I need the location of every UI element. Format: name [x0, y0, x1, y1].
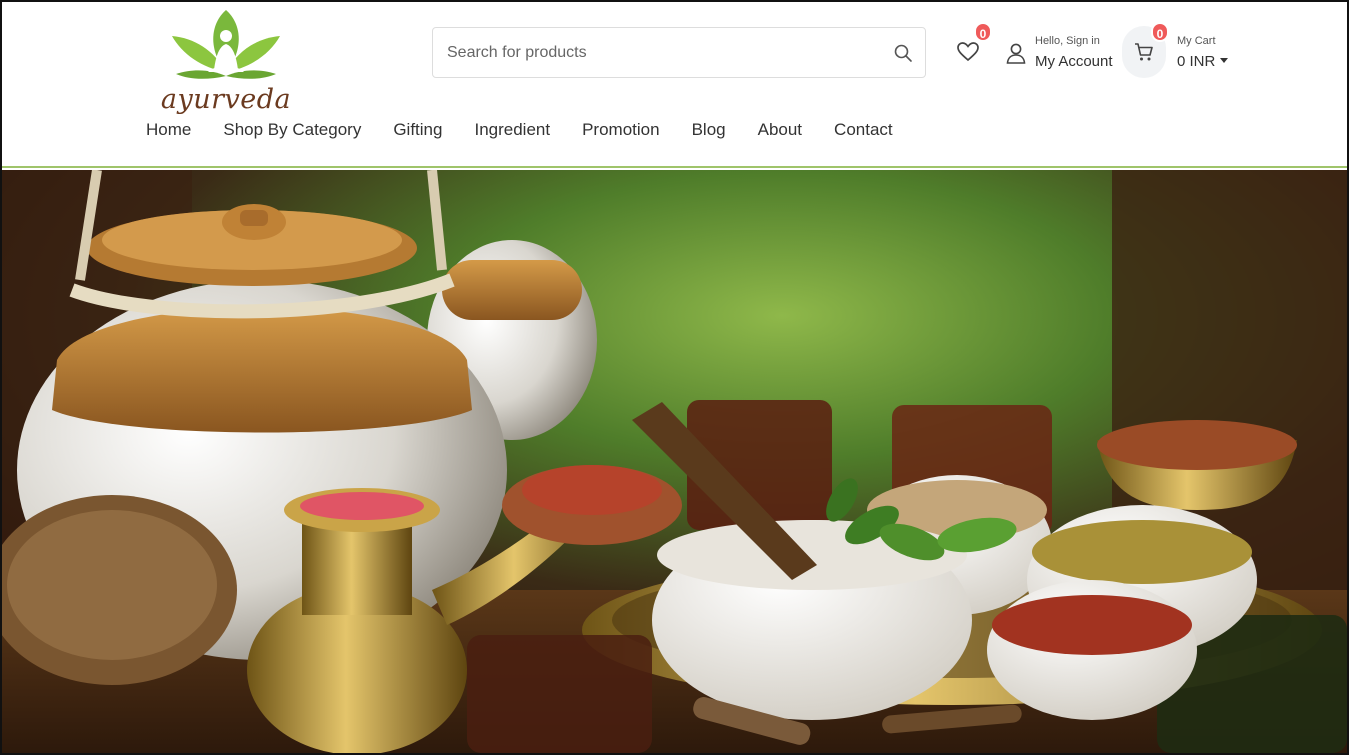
logo-wordmark: ayurveda	[160, 84, 292, 115]
site-header: ayurveda 0 Hello, Sign in My Account	[2, 2, 1347, 168]
user-icon	[1006, 43, 1026, 64]
hero-illustration	[2, 170, 1347, 753]
cart-label: My Cart	[1177, 35, 1216, 47]
cart-icon	[1135, 43, 1153, 61]
cart-count-badge: 0	[1151, 22, 1169, 42]
nav-item-about[interactable]: About	[758, 120, 802, 142]
account-label: My Account	[1035, 53, 1113, 70]
nav-item-blog[interactable]: Blog	[692, 120, 726, 142]
search-bar	[432, 27, 926, 78]
nav-item-home[interactable]: Home	[146, 120, 191, 142]
brand-logo[interactable]: ayurveda	[158, 6, 294, 118]
wishlist-count-badge: 0	[974, 22, 992, 42]
search-icon[interactable]	[893, 43, 913, 63]
nav-item-shop-by-category[interactable]: Shop By Category	[223, 120, 361, 142]
account-greeting: Hello, Sign in	[1035, 35, 1100, 47]
search-input[interactable]	[447, 28, 887, 77]
nav-item-promotion[interactable]: Promotion	[582, 120, 659, 142]
nav-item-gifting[interactable]: Gifting	[393, 120, 442, 142]
nav-item-contact[interactable]: Contact	[834, 120, 893, 142]
main-navigation: Home Shop By Category Gifting Ingredient…	[146, 120, 925, 142]
cart-total[interactable]: 0 INR	[1177, 53, 1229, 70]
page-frame: ayurveda 0 Hello, Sign in My Account	[0, 0, 1349, 755]
heart-icon[interactable]	[956, 40, 980, 64]
account-link[interactable]: Hello, Sign in My Account	[1005, 32, 1115, 72]
cart-total-value: 0 INR	[1177, 53, 1216, 70]
logo-leaf-icon	[172, 10, 280, 79]
hero-banner-image	[2, 170, 1347, 753]
cart-widget[interactable]: My Cart 0 INR	[1122, 24, 1237, 80]
nav-item-ingredient[interactable]: Ingredient	[474, 120, 550, 142]
caret-down-icon	[1220, 58, 1229, 63]
